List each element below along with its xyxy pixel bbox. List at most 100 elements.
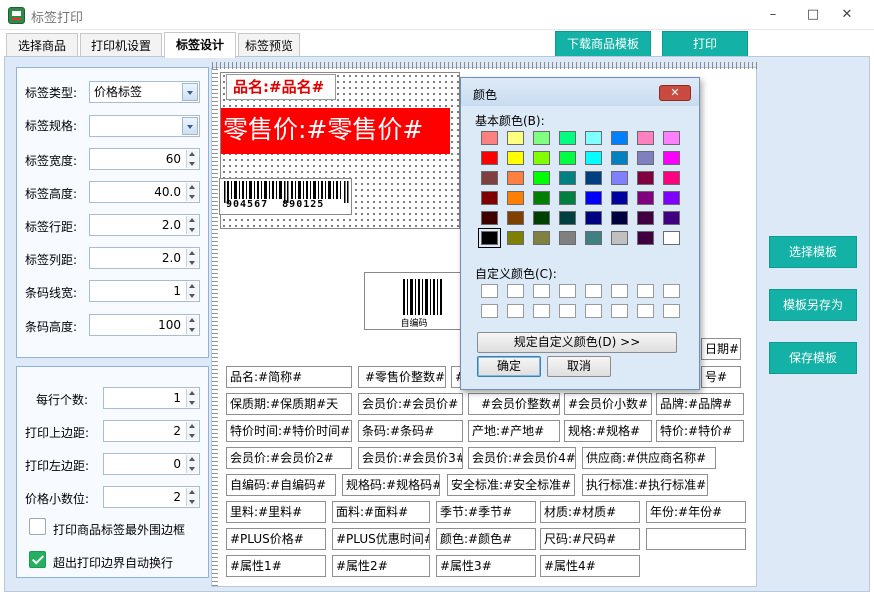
field-item[interactable]: #零售价整数# [358, 366, 446, 388]
color-swatch[interactable] [507, 171, 524, 185]
color-swatch[interactable] [533, 231, 550, 245]
color-swatch[interactable] [663, 171, 680, 185]
color-swatch[interactable] [533, 171, 550, 185]
label-height-field[interactable]: 40.0 [89, 181, 200, 203]
color-swatch[interactable] [637, 131, 654, 145]
color-swatch[interactable] [663, 131, 680, 145]
field-item[interactable]: 颜色:#颜色# [436, 528, 536, 550]
color-swatch[interactable] [585, 171, 602, 185]
color-swatch[interactable] [663, 191, 680, 205]
color-swatch[interactable] [611, 131, 628, 145]
label-type-select[interactable]: 价格标签 [89, 81, 200, 103]
color-swatch[interactable] [637, 231, 654, 245]
dialog-close-button[interactable]: ✕ [659, 85, 691, 101]
custom-color-swatch[interactable] [507, 284, 524, 298]
field-item[interactable]: #会员价小数# [564, 393, 652, 415]
field-item[interactable]: #属性4# [540, 555, 640, 577]
color-swatch[interactable] [481, 191, 498, 205]
field-item[interactable]: #PLUS优惠时间# [332, 528, 430, 550]
custom-color-swatch[interactable] [663, 284, 680, 298]
color-swatch[interactable] [481, 171, 498, 185]
label-price-field[interactable]: 零售价:#零售价# [221, 108, 450, 154]
color-swatch[interactable] [559, 191, 576, 205]
color-swatch[interactable] [507, 211, 524, 225]
color-swatch[interactable] [611, 171, 628, 185]
tab-label-preview[interactable]: 标签预览 [238, 33, 300, 58]
row-gap-field[interactable]: 2.0 [89, 214, 200, 236]
custom-color-swatch[interactable] [611, 304, 628, 318]
color-swatch[interactable] [559, 151, 576, 165]
close-button[interactable]: ✕ [832, 4, 862, 26]
color-swatch[interactable] [559, 231, 576, 245]
color-swatch[interactable] [559, 131, 576, 145]
auto-wrap-checkbox[interactable] [29, 551, 46, 568]
chevron-down-icon[interactable] [182, 117, 198, 135]
field-item[interactable]: 自编码:#自编码# [226, 474, 336, 496]
save-as-template-button[interactable]: 模板另存为 [769, 289, 857, 321]
field-item[interactable] [646, 528, 746, 550]
field-item[interactable]: 里料:#里料# [226, 501, 326, 523]
field-item[interactable]: 安全标准:#安全标准# [447, 474, 575, 496]
color-swatch[interactable] [663, 151, 680, 165]
col-gap-field[interactable]: 2.0 [89, 247, 200, 269]
custom-color-swatch[interactable] [559, 304, 576, 318]
color-swatch[interactable] [507, 191, 524, 205]
custom-color-swatch[interactable] [585, 284, 602, 298]
custom-color-swatch[interactable] [559, 284, 576, 298]
tab-label-design[interactable]: 标签设计 [164, 32, 236, 58]
field-item[interactable]: 会员价:#会员价4# [468, 447, 576, 469]
self-code-barcode-field[interactable]: 自编码 [364, 272, 464, 330]
color-swatch[interactable] [507, 131, 524, 145]
field-item[interactable]: #PLUS价格# [226, 528, 326, 550]
field-item[interactable]: 面料:#面料# [332, 501, 430, 523]
spinner-icon[interactable] [186, 455, 198, 473]
color-swatch[interactable] [663, 231, 680, 245]
field-item[interactable]: 特价:#特价# [656, 420, 744, 442]
custom-color-swatch[interactable] [637, 304, 654, 318]
field-item[interactable]: 规格:#规格# [564, 420, 652, 442]
field-item[interactable]: 特价时间:#特价时间# [226, 420, 352, 442]
color-swatch[interactable] [637, 151, 654, 165]
spinner-icon[interactable] [186, 249, 198, 267]
color-swatch[interactable] [585, 151, 602, 165]
field-item[interactable]: 会员价:#会员价3# [358, 447, 463, 469]
label-width-field[interactable]: 60 [89, 148, 200, 170]
spinner-icon[interactable] [186, 488, 198, 506]
field-item[interactable]: #属性2# [332, 555, 430, 577]
print-button[interactable]: 打印 [662, 31, 748, 57]
color-swatch[interactable] [585, 191, 602, 205]
label-spec-select[interactable] [89, 115, 200, 137]
field-item[interactable]: 日期# [701, 338, 741, 360]
custom-color-swatch[interactable] [663, 304, 680, 318]
custom-color-swatch[interactable] [481, 304, 498, 318]
label-name-field[interactable]: 品名:#品名# [226, 74, 336, 100]
left-margin-field[interactable]: 0 [103, 453, 200, 475]
chevron-down-icon[interactable] [182, 83, 198, 101]
color-swatch[interactable] [533, 151, 550, 165]
field-item[interactable]: 条码:#条码# [358, 420, 463, 442]
field-item[interactable]: #属性3# [436, 555, 536, 577]
color-swatch[interactable] [533, 191, 550, 205]
field-item[interactable]: 年份:#年份# [646, 501, 746, 523]
color-swatch[interactable] [507, 151, 524, 165]
spinner-icon[interactable] [186, 282, 198, 300]
color-swatch[interactable] [559, 211, 576, 225]
tab-printer-settings[interactable]: 打印机设置 [80, 33, 162, 58]
color-swatch[interactable] [533, 211, 550, 225]
color-swatch[interactable] [585, 231, 602, 245]
color-swatch[interactable] [611, 191, 628, 205]
field-item[interactable]: 材质:#材质# [540, 501, 640, 523]
choose-template-button[interactable]: 选择模板 [769, 236, 857, 268]
color-swatch[interactable] [559, 171, 576, 185]
barcode-field[interactable]: 904567 890125 [219, 178, 352, 215]
maximize-button[interactable]: □ [798, 4, 828, 26]
color-swatch[interactable] [611, 231, 628, 245]
field-item[interactable]: 会员价:#会员价# [358, 393, 463, 415]
ok-button[interactable]: 确定 [477, 356, 541, 377]
spinner-icon[interactable] [186, 389, 198, 407]
color-swatch[interactable] [481, 211, 498, 225]
color-swatch[interactable] [663, 211, 680, 225]
color-swatch[interactable] [481, 131, 498, 145]
field-item[interactable]: 供应商:#供应商名称# [582, 447, 716, 469]
color-swatch[interactable] [637, 191, 654, 205]
